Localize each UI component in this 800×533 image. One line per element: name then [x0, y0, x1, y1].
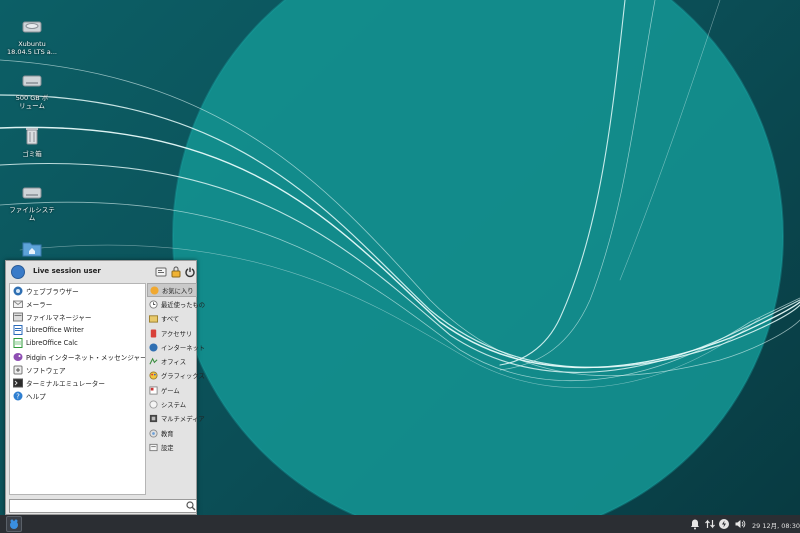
web-browser-icon	[13, 286, 23, 296]
category-list: お気に入り 最近使ったもの すべて アクセサリ インターネット オフィス グラフ…	[147, 283, 205, 495]
pidgin-icon	[13, 352, 23, 361]
category-label: グラフィックス	[161, 373, 205, 381]
category-graphics[interactable]: グラフィックス	[147, 369, 205, 383]
category-favorites[interactable]: お気に入り	[147, 283, 197, 298]
list-item-label: ターミナルエミュレーター	[26, 379, 105, 388]
list-item-terminal[interactable]: ターミナルエミュレーター	[10, 376, 145, 389]
power-manager-icon[interactable]	[718, 518, 730, 530]
graphics-icon	[149, 371, 158, 380]
panel-clock[interactable]: 29 12月, 08:30	[752, 520, 800, 530]
drive-icon	[22, 187, 42, 199]
category-label: 教育	[161, 430, 174, 438]
list-item-label: ウェブブラウザー	[26, 287, 79, 296]
category-multimedia[interactable]: マルチメディア	[147, 412, 205, 426]
menu-username: Live session user	[33, 267, 101, 275]
accessories-icon	[150, 328, 157, 338]
category-education[interactable]: 教育	[147, 426, 197, 440]
optical-disc-icon	[22, 21, 42, 33]
list-item-calc[interactable]: LibreOffice Calc	[10, 337, 145, 350]
list-item-label: Pidgin インターネット・メッセンジャー	[26, 353, 146, 362]
category-label: インターネット	[161, 344, 206, 352]
list-item-label: LibreOffice Writer	[26, 326, 84, 335]
search-input[interactable]	[9, 499, 197, 513]
list-item-writer[interactable]: LibreOffice Writer	[10, 324, 145, 337]
desktop-icon-home[interactable]	[4, 236, 60, 262]
settings-icon	[149, 443, 158, 452]
recent-icon	[149, 300, 158, 309]
list-item-label: LibreOffice Calc	[26, 339, 78, 348]
notification-bell-icon[interactable]	[689, 518, 701, 530]
category-recent[interactable]: 最近使ったもの	[147, 297, 205, 311]
writer-icon	[13, 325, 23, 336]
category-label: システム	[161, 402, 186, 410]
category-label: オフィス	[161, 359, 187, 367]
all-icon	[149, 315, 158, 323]
search-icon	[186, 501, 196, 511]
desktop-icon-label: ファイルシステ ム	[9, 206, 55, 222]
terminal-icon	[13, 378, 23, 388]
home-folder-icon	[22, 242, 42, 257]
category-settings[interactable]: 設定	[147, 440, 197, 454]
desktop-icon-label: 500 GB ボ リューム	[15, 94, 49, 110]
menu-header: Live session user	[6, 261, 196, 283]
whisker-menu: Live session user ウェブブラウザー メーラー ファイルマネージ…	[5, 260, 205, 515]
desktop-icon-trash[interactable]: ゴミ箱	[4, 124, 60, 158]
network-transfer-icon[interactable]	[704, 518, 716, 530]
category-label: 設定	[161, 444, 174, 452]
svg-text:?: ?	[16, 393, 20, 401]
list-item-label: ヘルプ	[26, 393, 46, 402]
list-item-pidgin[interactable]: Pidgin インターネット・メッセンジャー	[10, 350, 145, 363]
desktop-icon-label: Xubuntu 18.04.5 LTS a...	[7, 40, 57, 56]
drive-icon	[22, 75, 42, 87]
category-internet[interactable]: インターネット	[147, 340, 205, 354]
list-item-label: ソフトウェア	[26, 366, 66, 375]
category-label: すべて	[161, 316, 180, 324]
star-icon	[150, 286, 159, 295]
category-games[interactable]: ゲーム	[147, 383, 197, 397]
help-icon: ?	[13, 391, 23, 401]
volume-icon[interactable]	[734, 518, 746, 530]
games-icon	[149, 386, 158, 395]
file-manager-icon	[13, 312, 23, 322]
system-icon	[149, 400, 158, 409]
list-item-web-browser[interactable]: ウェブブラウザー	[10, 284, 145, 297]
multimedia-icon	[149, 415, 158, 423]
calc-icon	[13, 338, 23, 349]
category-system[interactable]: システム	[147, 397, 197, 411]
user-avatar-icon	[11, 265, 25, 279]
category-label: ゲーム	[161, 387, 180, 395]
list-item-mailer[interactable]: メーラー	[10, 297, 145, 310]
list-item-help[interactable]: ? ヘルプ	[10, 390, 145, 403]
software-icon	[13, 365, 23, 375]
list-item-label: メーラー	[26, 300, 53, 309]
category-label: マルチメディア	[161, 416, 205, 424]
power-icon[interactable]	[184, 266, 196, 278]
education-icon	[149, 429, 158, 438]
trash-icon	[26, 128, 38, 145]
category-label: 最近使ったもの	[161, 301, 206, 309]
favorites-list: ウェブブラウザー メーラー ファイルマネージャー LibreOffice Wri…	[9, 283, 146, 495]
category-label: アクセサリ	[161, 330, 193, 338]
settings-manager-icon[interactable]	[155, 266, 167, 278]
desktop-icon-filesystem[interactable]: ファイルシステ ム	[4, 180, 60, 222]
mail-icon	[13, 300, 23, 308]
list-item-file-manager[interactable]: ファイルマネージャー	[10, 310, 145, 323]
category-label: お気に入り	[162, 287, 194, 295]
internet-icon	[149, 343, 158, 352]
office-icon	[149, 357, 158, 365]
desktop-icon-volume[interactable]: 500 GB ボ リューム	[4, 68, 60, 110]
category-office[interactable]: オフィス	[147, 354, 197, 368]
desktop-icon-label: ゴミ箱	[22, 150, 42, 158]
list-item-software[interactable]: ソフトウェア	[10, 363, 145, 376]
category-all[interactable]: すべて	[147, 312, 197, 326]
lock-screen-icon[interactable]	[170, 266, 182, 278]
list-item-label: ファイルマネージャー	[26, 313, 92, 322]
bottom-panel: 29 12月, 08:30	[0, 515, 800, 533]
xubuntu-logo-icon	[10, 519, 18, 529]
whisker-menu-button[interactable]	[6, 516, 22, 532]
category-accessories[interactable]: アクセサリ	[147, 326, 197, 340]
desktop-icon-xubuntu[interactable]: Xubuntu 18.04.5 LTS a...	[4, 14, 60, 56]
